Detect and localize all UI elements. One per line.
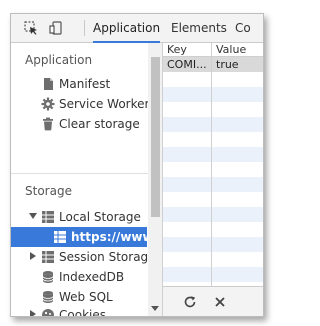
- column-header-key[interactable]: Key: [163, 43, 211, 57]
- expand-arrow-down-icon[interactable]: [29, 213, 37, 219]
- tab-console[interactable]: Co: [235, 14, 251, 42]
- database-icon: [42, 271, 54, 283]
- expand-arrow-right-icon[interactable]: [30, 252, 36, 260]
- empty-row: [163, 177, 263, 192]
- empty-row: [163, 237, 263, 252]
- gear-icon: [41, 97, 55, 111]
- sidebar-item-origin-selected[interactable]: https://www.b: [11, 227, 162, 247]
- grid-icon: [42, 251, 54, 263]
- cell-value[interactable]: true: [212, 57, 263, 72]
- grid-icon: [54, 231, 66, 243]
- empty-row: [163, 102, 263, 117]
- refresh-icon[interactable]: [183, 295, 197, 309]
- sidebar-item-label: Session Storage: [59, 250, 156, 264]
- inspect-element-icon[interactable]: [24, 21, 38, 35]
- empty-row: [163, 117, 263, 132]
- sidebar-item-label: Clear storage: [59, 117, 140, 131]
- empty-row: [163, 147, 263, 162]
- application-sidebar: Application Manifest Service Workers Cle…: [11, 43, 163, 316]
- grid-icon: [42, 211, 54, 223]
- sidebar-item-label: Manifest: [59, 77, 111, 91]
- empty-row: [163, 222, 263, 237]
- cookie-icon: [42, 309, 54, 316]
- empty-row: [163, 207, 263, 222]
- delete-icon[interactable]: [213, 295, 227, 309]
- cell-key[interactable]: COMI...: [163, 57, 211, 72]
- sidebar-item-label: Web SQL: [59, 290, 113, 304]
- storage-heading: Storage: [25, 184, 72, 198]
- sidebar-item-label: Local Storage: [59, 210, 141, 224]
- column-header-value[interactable]: Value: [212, 43, 263, 57]
- devtools-window: Application Elements Co Application Mani…: [10, 13, 264, 317]
- tab-elements[interactable]: Elements: [171, 14, 227, 42]
- application-heading: Application: [25, 53, 93, 67]
- empty-row: [163, 87, 263, 102]
- empty-row: [163, 192, 263, 207]
- database-icon: [42, 291, 54, 303]
- scroll-down-arrow-icon[interactable]: [151, 306, 159, 311]
- sidebar-divider: [11, 173, 162, 174]
- sidebar-item-label: IndexedDB: [59, 270, 125, 284]
- device-toggle-icon[interactable]: [49, 21, 63, 35]
- sidebar-item-label: Cookies: [59, 308, 106, 316]
- empty-row: [163, 267, 263, 282]
- empty-row: [163, 72, 263, 87]
- sidebar-item-label: Service Workers: [59, 97, 156, 111]
- empty-row: [163, 252, 263, 267]
- document-icon: [44, 78, 53, 90]
- expand-arrow-right-icon[interactable]: [30, 310, 36, 316]
- trash-icon: [43, 117, 53, 131]
- empty-row: [163, 132, 263, 147]
- empty-row: [163, 162, 263, 177]
- sidebar-scrollbar-thumb[interactable]: [151, 57, 160, 217]
- column-divider[interactable]: [211, 43, 212, 286]
- storage-table: Key Value COMI... true: [163, 43, 263, 286]
- tab-application[interactable]: Application: [93, 14, 161, 43]
- storage-bottom-bar: [163, 286, 263, 316]
- devtools-toolbar: Application Elements Co: [11, 14, 263, 43]
- toolbar-separator: [84, 20, 85, 36]
